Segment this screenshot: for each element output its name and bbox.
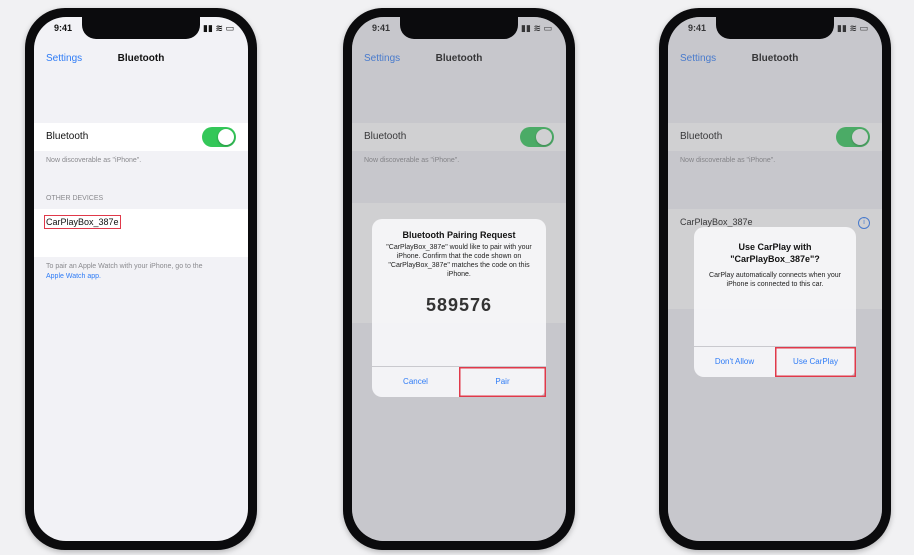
cancel-button[interactable]: Cancel xyxy=(372,367,460,397)
discoverable-note: Now discoverable as "iPhone". xyxy=(46,157,142,164)
section-header: OTHER DEVICES xyxy=(46,195,104,202)
phone-screen: 9:41 ▮▮ ≋ ▭ Settings Bluetooth Bluetooth… xyxy=(668,17,882,541)
apple-watch-link[interactable]: Apple Watch app. xyxy=(46,273,101,280)
bluetooth-label: Bluetooth xyxy=(46,131,89,142)
other-devices-list: CarPlayBox_387e xyxy=(34,209,248,257)
alert-title: Use CarPlay with "CarPlayBox_387e"? xyxy=(730,242,820,264)
phone-notch xyxy=(716,17,834,39)
pairing-code: 589576 xyxy=(425,295,493,315)
page-title: Bluetooth xyxy=(117,53,165,64)
status-time: 9:41 xyxy=(54,23,73,33)
pair-button[interactable]: Pair xyxy=(459,367,546,397)
pairing-alert: Bluetooth Pairing Request "CarPlayBox_38… xyxy=(372,219,546,397)
phone-notch xyxy=(82,17,200,39)
phone-carplay-prompt: 9:41 ▮▮ ≋ ▭ Settings Bluetooth Bluetooth… xyxy=(659,8,891,550)
alert-message: CarPlay automatically connects when your… xyxy=(709,272,841,288)
phone-pairing-request: 9:41 ▮▮ ≋ ▭ Settings Bluetooth Bluetooth… xyxy=(343,8,575,550)
alert-title: Bluetooth Pairing Request xyxy=(402,230,516,240)
phone-notch xyxy=(400,17,518,39)
phone-bluetooth-settings: 9:41 ▮▮ ≋ ▭ Settings Bluetooth Bluetooth… xyxy=(25,8,257,550)
signal-battery-icon: ▮▮ ≋ ▭ xyxy=(203,23,234,33)
toggle-knob xyxy=(218,129,234,145)
nav-bar: Settings Bluetooth xyxy=(34,45,248,73)
phone-screen: 9:41 ▮▮ ≋ ▭ Settings Bluetooth Bluetooth… xyxy=(34,17,248,541)
use-carplay-button[interactable]: Use CarPlay xyxy=(775,347,856,377)
bluetooth-row: Bluetooth xyxy=(34,123,248,151)
device-item-carplaybox[interactable]: CarPlayBox_387e xyxy=(44,215,121,229)
alert-buttons: Cancel Pair xyxy=(372,366,546,397)
alert-buttons: Don't Allow Use CarPlay xyxy=(694,346,856,377)
pair-note: To pair an Apple Watch with your iPhone,… xyxy=(46,263,203,270)
alert-message: "CarPlayBox_387e" would like to pair wit… xyxy=(386,244,532,278)
bluetooth-toggle[interactable] xyxy=(202,127,236,147)
phone-screen: 9:41 ▮▮ ≋ ▭ Settings Bluetooth Bluetooth… xyxy=(352,17,566,541)
carplay-alert: Use CarPlay with "CarPlayBox_387e"? CarP… xyxy=(694,227,856,377)
tutorial-screenshots: 9:41 ▮▮ ≋ ▭ Settings Bluetooth Bluetooth… xyxy=(0,0,914,555)
dont-allow-button[interactable]: Don't Allow xyxy=(694,347,776,377)
